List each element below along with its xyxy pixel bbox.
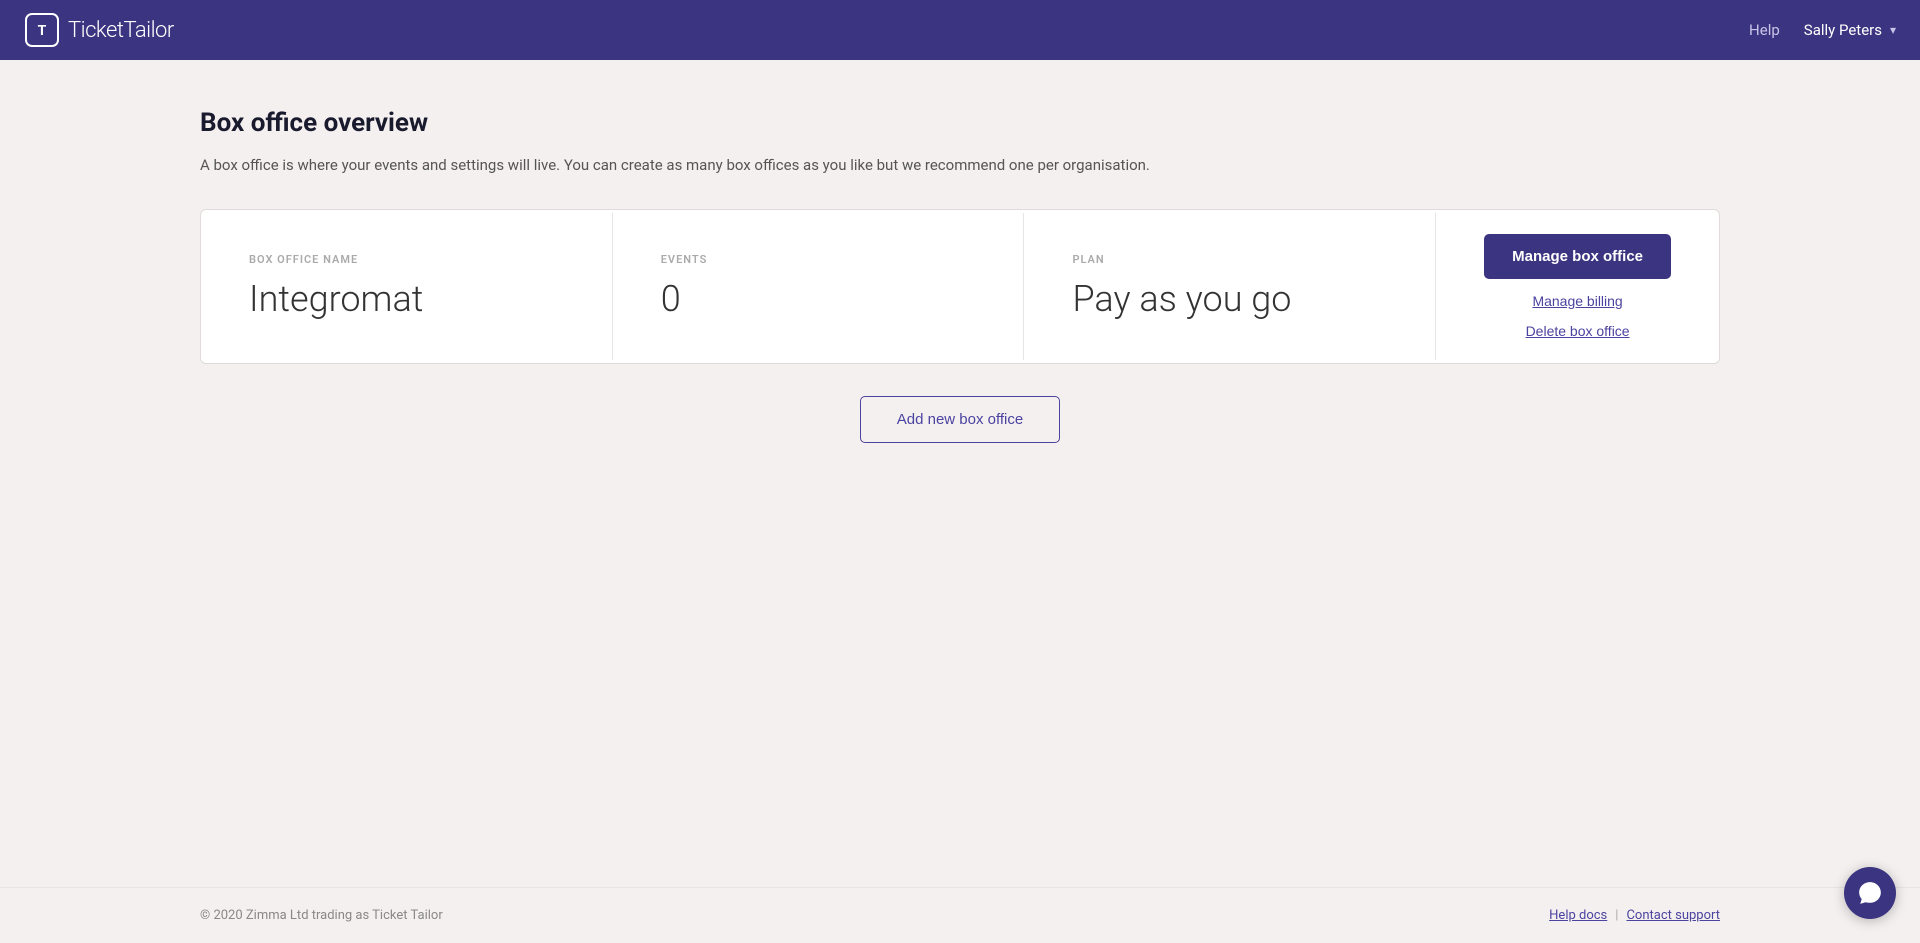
contact-support-link[interactable]: Contact support — [1626, 908, 1720, 923]
box-office-name-label: BOX OFFICE NAME — [249, 253, 564, 266]
user-name: Sally Peters — [1804, 21, 1882, 39]
manage-box-office-button[interactable]: Manage box office — [1484, 234, 1671, 279]
events-value: 0 — [661, 278, 976, 320]
page-title: Box office overview — [200, 108, 1720, 138]
plan-value: Pay as you go — [1072, 278, 1387, 320]
user-menu[interactable]: Sally Peters ▾ — [1804, 21, 1896, 39]
logo-icon: T — [24, 12, 60, 48]
chat-button[interactable] — [1844, 867, 1896, 919]
add-new-container: Add new box office — [200, 396, 1720, 443]
chevron-down-icon: ▾ — [1890, 23, 1896, 37]
events-label: EVENTS — [661, 253, 976, 266]
svg-text:T: T — [38, 23, 47, 39]
logo-text: TicketTailor — [68, 18, 174, 43]
header-right: Help Sally Peters ▾ — [1749, 21, 1896, 39]
add-new-box-office-button[interactable]: Add new box office — [860, 396, 1060, 443]
box-office-name-value: Integromat — [249, 278, 564, 320]
header: T TicketTailor Help Sally Peters ▾ — [0, 0, 1920, 60]
logo[interactable]: T TicketTailor — [24, 12, 174, 48]
footer-copyright: © 2020 Zimma Ltd trading as Ticket Tailo… — [200, 908, 443, 923]
plan-label: PLAN — [1072, 253, 1387, 266]
plan-section: PLAN Pay as you go — [1024, 213, 1436, 360]
events-section: EVENTS 0 — [613, 213, 1025, 360]
help-link[interactable]: Help — [1749, 21, 1780, 39]
box-office-card: BOX OFFICE NAME Integromat EVENTS 0 PLAN… — [200, 209, 1720, 364]
chat-icon — [1857, 880, 1883, 906]
footer-links: Help docs | Contact support — [1549, 908, 1720, 923]
help-docs-link[interactable]: Help docs — [1549, 908, 1607, 923]
footer: © 2020 Zimma Ltd trading as Ticket Tailo… — [0, 887, 1920, 943]
manage-billing-link[interactable]: Manage billing — [1532, 293, 1622, 309]
box-office-name-section: BOX OFFICE NAME Integromat — [201, 213, 613, 360]
card-actions: Manage box office Manage billing Delete … — [1436, 210, 1719, 363]
delete-box-office-link[interactable]: Delete box office — [1526, 323, 1630, 339]
footer-separator: | — [1615, 908, 1618, 923]
page-description: A box office is where your events and se… — [200, 154, 1720, 177]
main-content: Box office overview A box office is wher… — [0, 60, 1920, 887]
